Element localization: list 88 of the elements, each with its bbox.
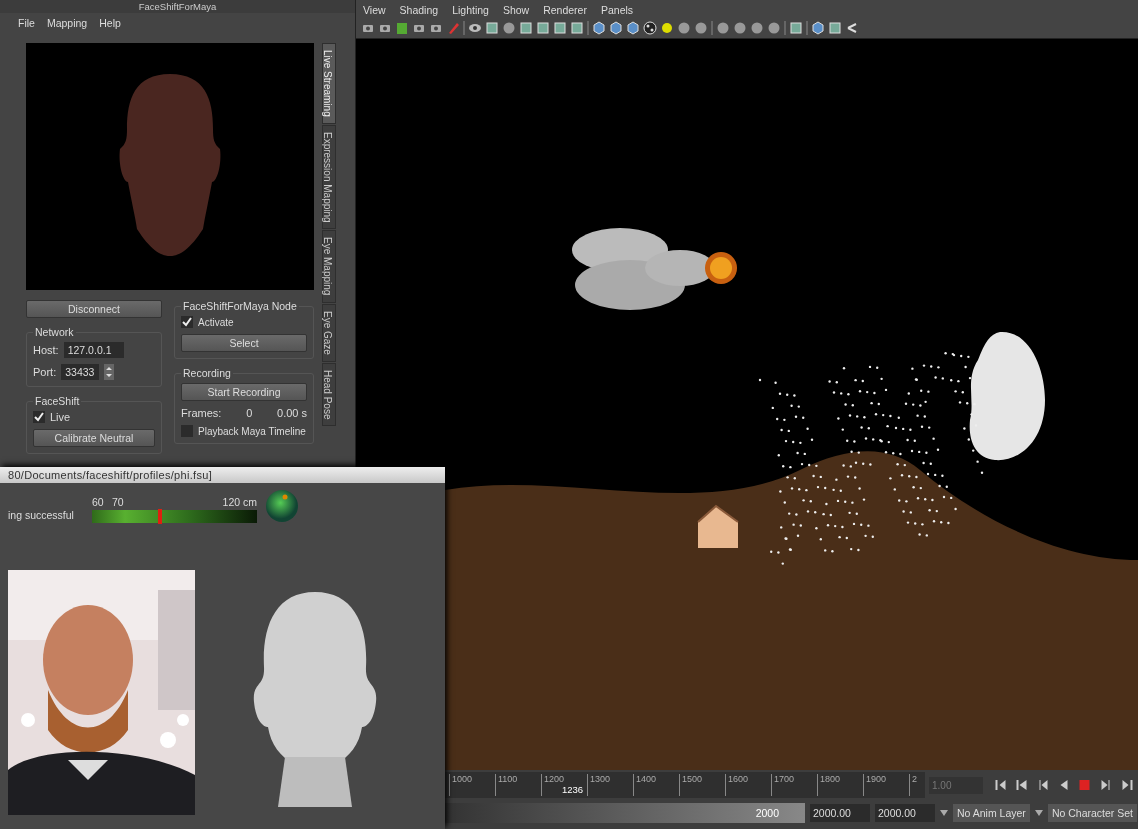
square-icon[interactable] [828,21,842,35]
checkbox-label: Live [50,411,71,423]
spinner-icon[interactable] [104,364,115,380]
checkbox[interactable] [181,316,193,328]
frame-label: 1500 [679,774,703,796]
menu-item[interactable]: Mapping [46,17,88,31]
square-icon[interactable] [789,21,803,35]
host-field[interactable]: 127.0.0.1 [63,342,124,358]
calibrate-button[interactable]: Calibrate Neutral [33,429,155,447]
square-icon[interactable] [536,21,550,35]
checkbox-label: Playback Maya Timeline [198,425,306,437]
indicator-icon [265,489,299,523]
menu-item[interactable]: Lighting [452,4,489,19]
menu-item[interactable]: View [363,4,386,19]
checkbox[interactable] [181,425,193,437]
frame-label: 1800 [817,774,841,796]
square-icon[interactable] [570,21,584,35]
scale-label: 120 cm [222,496,257,508]
cube-icon[interactable] [626,21,640,35]
group-title: Network [34,326,75,338]
sun-drawing [705,252,737,284]
menu-item[interactable]: File [18,17,35,31]
menu-item[interactable]: Shading [399,4,439,19]
character-set-dropdown[interactable]: No Character Set [1047,804,1137,822]
menu-item[interactable]: Help [99,17,121,31]
frame-label: 1400 [633,774,657,796]
go-to-start-icon[interactable] [993,778,1008,792]
current-frame: 1236 [562,784,584,795]
window-title: 80/Documents/faceshift/profiles/phi.fsu] [0,467,445,483]
port-field[interactable]: 33433 [61,364,100,380]
caret-icon[interactable] [940,810,948,816]
field-label: Port: [33,366,57,378]
scale-label: 60 [92,496,104,508]
cube-icon[interactable] [811,21,825,35]
step-back-icon[interactable] [1014,778,1029,792]
square-icon[interactable] [519,21,533,35]
checker-ball-icon[interactable] [643,21,657,35]
square-icon[interactable] [553,21,567,35]
sphere-icon[interactable] [677,21,691,35]
tab[interactable]: Live Streaming [322,43,336,124]
house-drawing [697,504,739,548]
share-icon[interactable] [845,21,859,35]
scale-label: 70 [112,496,124,508]
end-frame-field[interactable]: 2000.00 [810,804,870,822]
status-text: ing successful [8,509,75,521]
end-frame-field[interactable]: 2000.00 [875,804,935,822]
group-title: Recording [182,367,232,379]
light-icon[interactable] [660,21,674,35]
frame-label: 1000 [449,774,473,796]
checkbox[interactable] [33,411,45,423]
eye-icon[interactable] [468,21,482,35]
time-value: 0.00 s [277,407,307,419]
frames-label: Frames: [181,407,222,419]
square-icon[interactable] [485,21,499,35]
caret-icon[interactable] [1034,810,1043,816]
range-slider[interactable]: 2000 [445,803,805,823]
sphere-icon[interactable] [767,21,781,35]
tab[interactable]: Eye Gaze [322,303,336,362]
menu-item[interactable]: Renderer [543,4,587,19]
frame-label: 1300 [587,774,611,796]
group-title: FaceShift [34,395,81,407]
frame-label: 1600 [725,774,749,796]
sphere-icon[interactable] [716,21,730,35]
sphere-icon[interactable] [502,21,516,35]
field-label: Host: [33,344,59,356]
cube-icon[interactable] [592,21,606,35]
tab[interactable]: Eye Mapping [322,230,336,303]
window-title: FaceShiftForMaya [0,0,355,13]
frame-label: 1700 [771,774,795,796]
checkbox-label: Activate [198,316,234,328]
frame-label: 2 [909,774,917,796]
sphere-icon[interactable] [733,21,747,35]
disconnect-button[interactable]: Disconnect [26,300,162,318]
anim-layer-dropdown[interactable]: No Anim Layer [953,804,1030,822]
menu-item[interactable]: Panels [600,4,634,19]
sphere-icon[interactable] [694,21,708,35]
frame-label: 1900 [863,774,887,796]
timeline-ruler[interactable]: 1000 1100 1200 1300 1400 1500 1600 1700 1800 1900 2 1236 [445,772,925,798]
tab[interactable]: Expression Mapping [322,124,336,230]
sphere-icon[interactable] [750,21,764,35]
frames-value: 0 [246,407,253,419]
select-button[interactable]: Select [181,334,307,352]
group-title: FaceShiftForMaya Node [182,300,298,312]
cube-icon[interactable] [609,21,623,35]
menu-item[interactable]: Show [502,4,530,19]
frame-label: 1100 [495,774,518,796]
tab[interactable]: Head Pose [322,362,336,427]
start-recording-button[interactable]: Start Recording [181,383,307,401]
